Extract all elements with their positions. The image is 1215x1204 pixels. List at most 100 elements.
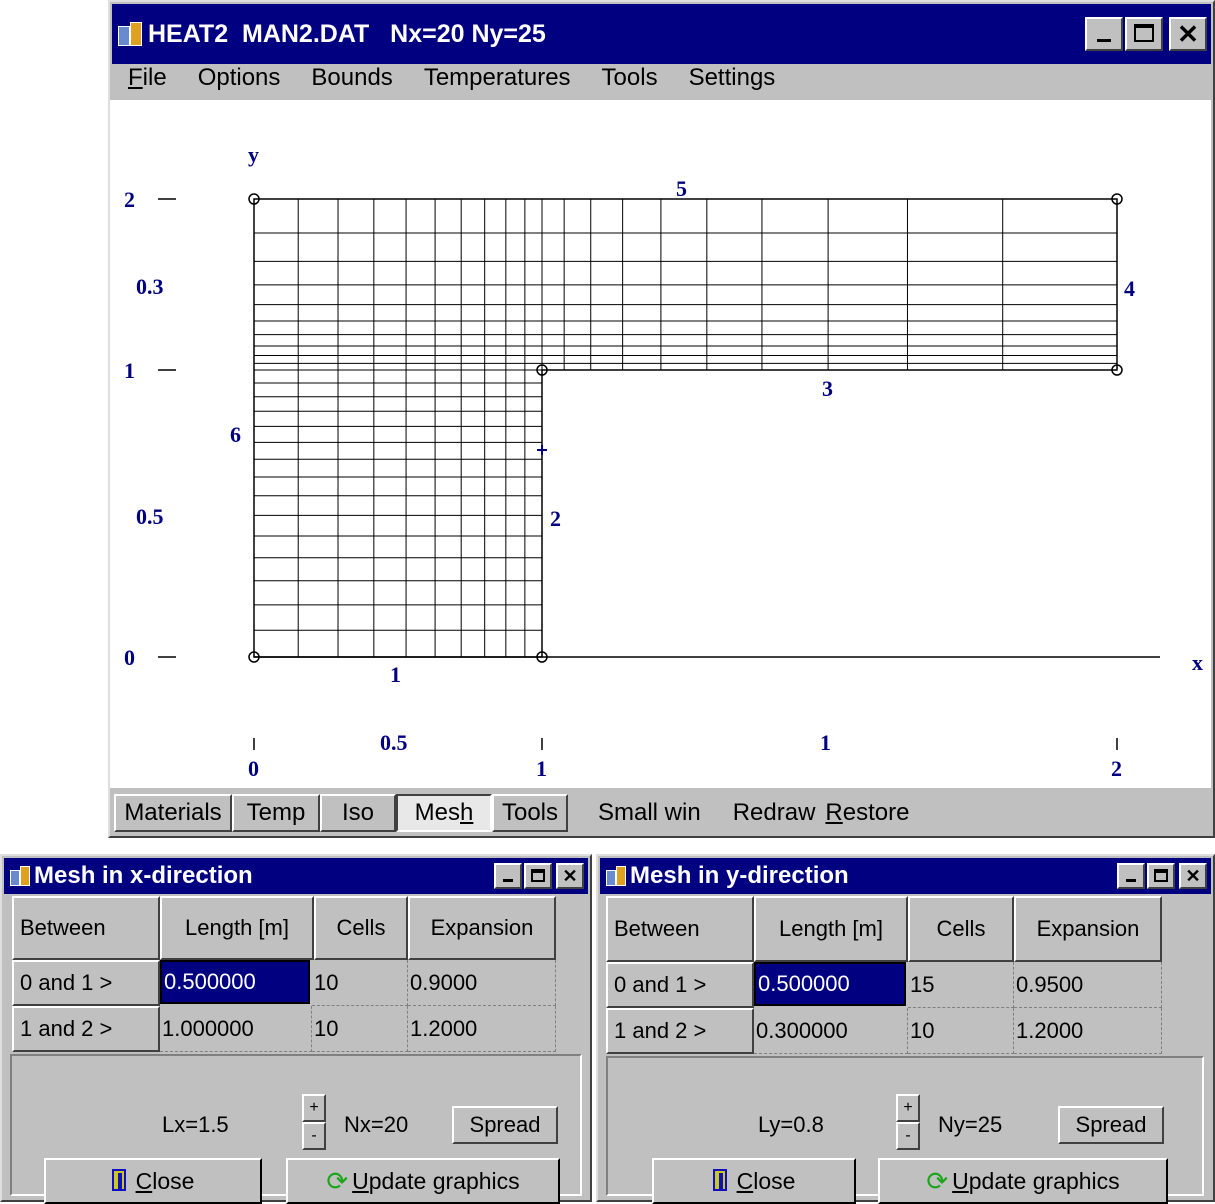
x-tick-label: 2 bbox=[1111, 756, 1122, 781]
y-tick-label: 1 bbox=[124, 358, 135, 383]
main-title-bar[interactable]: HEAT2 MAN2.DAT Nx=20 Ny=25 ✕ bbox=[112, 4, 1211, 64]
ly-total: Ly=0.8 bbox=[758, 1112, 824, 1137]
main-window: HEAT2 MAN2.DAT Nx=20 Ny=25 ✕ File Option… bbox=[108, 0, 1215, 838]
main-window-controls: ✕ bbox=[1085, 17, 1207, 51]
maximize-icon bbox=[531, 868, 545, 883]
close-window-button[interactable]: ✕ bbox=[1169, 17, 1207, 51]
row-1-2-expansion-input[interactable]: 1.2000 bbox=[408, 1006, 556, 1052]
refresh-icon: ⟳ bbox=[326, 1165, 349, 1196]
x-span-label: 0.5 bbox=[380, 730, 408, 755]
nx-spinner[interactable]: + - bbox=[302, 1094, 326, 1150]
boundary-number: 1 bbox=[390, 662, 401, 687]
main-window-title: HEAT2 MAN2.DAT Nx=20 Ny=25 bbox=[148, 19, 546, 48]
row-1-2-cells-input[interactable]: 10 bbox=[908, 1008, 1014, 1054]
maximize-button[interactable] bbox=[1125, 17, 1163, 51]
minimize-icon bbox=[503, 879, 513, 883]
row-0-1-expansion-input[interactable]: 0.9000 bbox=[408, 960, 556, 1006]
mesh-x-window-controls: ✕ bbox=[494, 863, 584, 889]
boundary-number: 2 bbox=[550, 506, 561, 531]
row-1-2-cells-input[interactable]: 10 bbox=[312, 1006, 408, 1052]
row-0-1-expansion-input[interactable]: 0.9500 bbox=[1014, 962, 1162, 1008]
materials-button[interactable]: Materials bbox=[114, 794, 232, 832]
boundary-number: 4 bbox=[1124, 276, 1135, 301]
mesh-y-title: Mesh in y-direction bbox=[630, 862, 849, 889]
header-expansion: Expansion bbox=[1014, 896, 1162, 962]
header-cells: Cells bbox=[314, 896, 408, 960]
maximize-button[interactable] bbox=[524, 863, 552, 889]
close-window-button[interactable]: ✕ bbox=[1179, 863, 1207, 889]
y-span-label: 0.5 bbox=[136, 504, 164, 529]
row-1-2-label[interactable]: 1 and 2 > bbox=[12, 1006, 160, 1052]
update-graphics-button[interactable]: ⟳ Update graphics bbox=[878, 1158, 1168, 1204]
menu-temperatures[interactable]: Temperatures bbox=[424, 64, 571, 98]
row-1-2-length-input[interactable]: 0.300000 bbox=[754, 1008, 908, 1054]
minimize-icon bbox=[1097, 39, 1111, 43]
close-door-icon bbox=[712, 1169, 729, 1193]
x-axis-label: x bbox=[1192, 650, 1203, 675]
row-1-2-label[interactable]: 1 and 2 > bbox=[606, 1008, 754, 1054]
y-tick-label: 2 bbox=[124, 187, 135, 212]
close-icon: ✕ bbox=[562, 865, 578, 886]
redraw-button[interactable]: Redraw bbox=[733, 799, 816, 827]
boundary-number: 3 bbox=[822, 376, 833, 401]
ny-plus-button[interactable]: + bbox=[896, 1094, 920, 1122]
boundary-number: 5 bbox=[676, 176, 687, 201]
header-between: Between bbox=[12, 896, 160, 960]
close-button[interactable]: Close bbox=[44, 1158, 262, 1204]
row-0-1-length-input[interactable]: 0.500000 bbox=[160, 960, 310, 1004]
minimize-button[interactable] bbox=[1117, 863, 1145, 889]
minimize-button[interactable] bbox=[1085, 17, 1123, 51]
mesh-y-table: Between Length [m] Cells Expansion 0 and… bbox=[606, 896, 1166, 1056]
close-button[interactable]: Close bbox=[652, 1158, 856, 1204]
menu-options[interactable]: Options bbox=[198, 64, 281, 98]
mesh-button[interactable]: Mes h bbox=[396, 794, 492, 832]
nx-minus-button[interactable]: - bbox=[302, 1122, 326, 1150]
row-0-1-cells-input[interactable]: 10 bbox=[312, 960, 408, 1006]
row-0-1-label[interactable]: 0 and 1 > bbox=[12, 960, 160, 1006]
small-win-button[interactable]: Small win bbox=[598, 799, 701, 827]
menu-tools[interactable]: Tools bbox=[602, 64, 658, 98]
nx-plus-button[interactable]: + bbox=[302, 1094, 326, 1122]
mesh-y-title-bar[interactable]: Mesh in y-direction ✕ bbox=[600, 858, 1211, 894]
minimize-button[interactable] bbox=[494, 863, 522, 889]
mesh-x-title-bar[interactable]: Mesh in x-direction ✕ bbox=[4, 858, 588, 894]
row-0-1-cells-input[interactable]: 15 bbox=[908, 962, 1014, 1008]
menu-bounds[interactable]: Bounds bbox=[311, 64, 392, 98]
geometry-polygon bbox=[253, 198, 1118, 658]
mesh-y-dialog: Mesh in y-direction ✕ Between Length [m]… bbox=[596, 854, 1215, 1204]
close-window-button[interactable]: ✕ bbox=[556, 863, 584, 889]
maximize-button[interactable] bbox=[1147, 863, 1175, 889]
header-between: Between bbox=[606, 896, 754, 962]
iso-button[interactable]: Iso bbox=[320, 794, 396, 832]
dialog-app-icon bbox=[606, 866, 626, 886]
lx-total: Lx=1.5 bbox=[162, 1112, 229, 1137]
ny-spinner[interactable]: + - bbox=[896, 1094, 920, 1150]
row-1-2-length-input[interactable]: 1.000000 bbox=[160, 1006, 312, 1052]
menu-file[interactable]: File bbox=[128, 64, 167, 98]
ny-count: Ny=25 bbox=[938, 1112, 1003, 1137]
geometry-canvas[interactable]: y x 2 1 0 0.3 0.5 0 1 2 0.5 1 1 2 3 4 5 6 bbox=[110, 100, 1211, 788]
spread-button[interactable]: Spread bbox=[1058, 1106, 1164, 1144]
y-span-label: 0.3 bbox=[136, 274, 164, 299]
restore-button[interactable]: Restore bbox=[825, 799, 909, 827]
spread-button[interactable]: Spread bbox=[452, 1106, 558, 1144]
mesh-grid bbox=[253, 198, 1118, 658]
geometry-outline bbox=[248, 193, 1160, 663]
row-0-1-length-input[interactable]: 0.500000 bbox=[754, 962, 906, 1006]
tools-button[interactable]: Tools bbox=[492, 794, 568, 832]
app-icon bbox=[118, 22, 142, 46]
nx-count: Nx=20 bbox=[344, 1112, 409, 1137]
x-tick-label: 0 bbox=[248, 756, 259, 781]
header-expansion: Expansion bbox=[408, 896, 556, 960]
x-span-label: 1 bbox=[820, 730, 831, 755]
temp-button[interactable]: Temp bbox=[232, 794, 320, 832]
row-1-2-expansion-input[interactable]: 1.2000 bbox=[1014, 1008, 1162, 1054]
update-graphics-button[interactable]: ⟳ Update graphics bbox=[286, 1158, 560, 1204]
row-0-1-label[interactable]: 0 and 1 > bbox=[606, 962, 754, 1008]
dialog-app-icon bbox=[10, 866, 30, 886]
ny-minus-button[interactable]: - bbox=[896, 1122, 920, 1150]
menu-bar: File Options Bounds Temperatures Tools S… bbox=[112, 64, 1211, 98]
menu-settings[interactable]: Settings bbox=[689, 64, 776, 98]
mesh-x-table: Between Length [m] Cells Expansion 0 and… bbox=[12, 896, 572, 1056]
mesh-y-window-controls: ✕ bbox=[1117, 863, 1207, 889]
